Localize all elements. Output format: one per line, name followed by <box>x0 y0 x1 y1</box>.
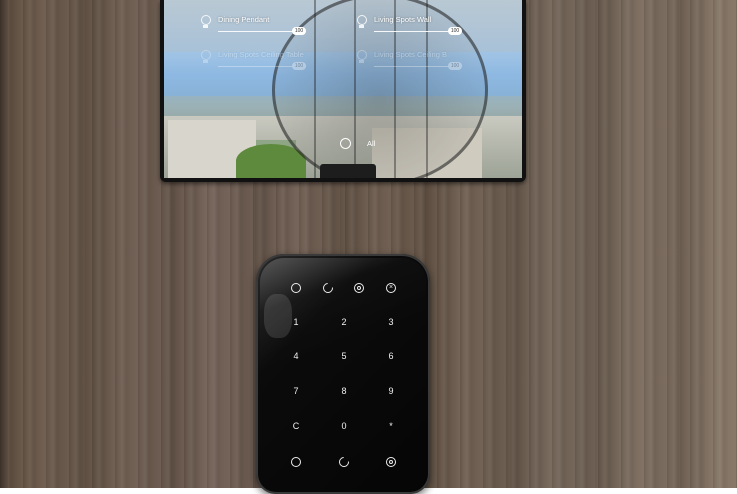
bulb-icon <box>356 50 367 64</box>
smart-home-tablet: Dining Pendant 100 Living Spots Wall 100… <box>160 0 526 182</box>
key-8[interactable]: 8 <box>334 381 354 401</box>
key-9[interactable]: 9 <box>381 381 401 401</box>
scene-label: Living Spots Ceiling B <box>374 50 447 59</box>
arm-button[interactable] <box>381 452 401 472</box>
key-1[interactable]: 1 <box>286 312 306 332</box>
power-icon <box>340 138 351 149</box>
bulb-icon <box>200 50 211 64</box>
brightness-slider[interactable]: 100 <box>374 27 462 35</box>
disarm-icon <box>291 283 301 293</box>
disarm-button[interactable] <box>286 278 306 298</box>
scene-row-faint[interactable]: Living Spots Ceiling Table 100 <box>200 50 306 74</box>
cancel-button[interactable]: × <box>381 278 401 298</box>
all-label: All <box>367 139 376 148</box>
scene-label: Living Spots Wall <box>374 15 432 24</box>
tablet-screen: Dining Pendant 100 Living Spots Wall 100… <box>164 0 522 178</box>
slider-value: 100 <box>292 27 306 35</box>
scene-row-faint[interactable]: Living Spots Ceiling B 100 <box>356 50 462 74</box>
night-mode-icon <box>320 280 336 296</box>
key-7[interactable]: 7 <box>286 381 306 401</box>
slider-value: 100 <box>448 27 462 35</box>
bulb-icon <box>356 15 367 29</box>
arm-icon <box>354 283 364 293</box>
key-5[interactable]: 5 <box>334 346 354 366</box>
key-clear[interactable]: C <box>286 416 306 436</box>
slider-value: 100 <box>448 62 462 70</box>
key-star[interactable]: * <box>381 416 401 436</box>
scene-label: Dining Pendant <box>218 15 270 24</box>
scene-label: Living Spots Ceiling Table <box>218 50 304 59</box>
disarm-icon <box>291 457 301 467</box>
phone-reflection <box>320 164 376 178</box>
night-mode-button[interactable] <box>318 278 338 298</box>
brightness-slider[interactable]: 100 <box>218 62 306 70</box>
brightness-slider[interactable]: 100 <box>218 27 306 35</box>
alarm-keypad: × 1 2 3 4 5 6 7 8 9 C 0 * <box>256 254 430 494</box>
key-0[interactable]: 0 <box>334 416 354 436</box>
key-6[interactable]: 6 <box>381 346 401 366</box>
arm-button[interactable] <box>349 278 369 298</box>
key-3[interactable]: 3 <box>381 312 401 332</box>
bulb-icon <box>200 15 211 29</box>
wall-edge <box>0 0 8 488</box>
brightness-slider[interactable]: 100 <box>374 62 462 70</box>
night-mode-icon <box>336 454 352 470</box>
scene-row-dining-pendant[interactable]: Dining Pendant 100 <box>200 15 306 39</box>
key-2[interactable]: 2 <box>334 312 354 332</box>
disarm-button[interactable] <box>286 452 306 472</box>
slider-value: 100 <box>292 62 306 70</box>
cancel-icon: × <box>386 283 396 293</box>
key-4[interactable]: 4 <box>286 346 306 366</box>
arm-icon <box>386 457 396 467</box>
night-mode-button[interactable] <box>334 452 354 472</box>
scene-row-living-spots-wall[interactable]: Living Spots Wall 100 <box>356 15 462 39</box>
all-lights-button[interactable]: All <box>340 138 375 149</box>
